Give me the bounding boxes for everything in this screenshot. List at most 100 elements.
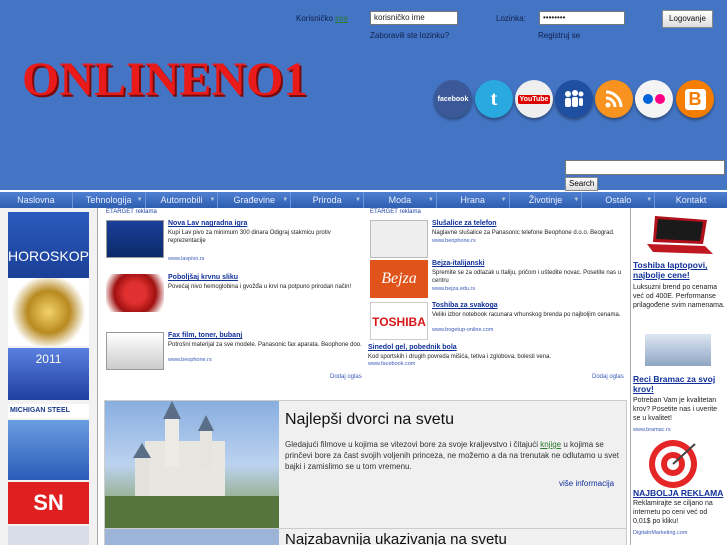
chevron-down-icon: ▼ bbox=[136, 197, 143, 203]
ad-desc: Potrošni materijal za sve modele. Panaso… bbox=[168, 342, 362, 348]
youtube-icon[interactable]: YouTube bbox=[515, 80, 553, 118]
add-ad-link[interactable]: Dodaj oglas bbox=[330, 374, 362, 380]
ad-desc: Naglavne slušalice za Panasonic telefone… bbox=[432, 230, 615, 236]
nav-item-automobili[interactable]: Automobili ▼ bbox=[146, 192, 219, 208]
ad-url[interactable]: www.bejza.edu.rs bbox=[432, 286, 475, 292]
ad-item[interactable]: Slušalice za telefon Naglavne slušalice … bbox=[370, 220, 628, 260]
banner-2011[interactable]: 2011 bbox=[8, 348, 89, 400]
right-ad-title[interactable]: Reci Bramac za svoj krov! bbox=[633, 374, 727, 394]
page: Korisničko ime korisničko ime Lozinka: •… bbox=[0, 0, 727, 545]
ad-item[interactable]: Nova Lav nagradna igra Kupi Lav pivo za … bbox=[106, 220, 364, 266]
house-image[interactable] bbox=[645, 334, 711, 366]
ad-url[interactable]: www.facebook.com bbox=[368, 361, 415, 367]
username-input[interactable]: korisničko ime bbox=[370, 11, 458, 25]
ads-header: ETARGET reklama bbox=[106, 209, 157, 215]
ad-title[interactable]: Sinedol gel, pobednik bola bbox=[368, 344, 457, 351]
article-keyword-link[interactable]: knjige bbox=[540, 440, 561, 449]
myspace-icon[interactable] bbox=[555, 80, 593, 118]
ad-url[interactable]: www.beophone.rs bbox=[432, 238, 476, 244]
nav-item-gradevine[interactable]: Građevine ▼ bbox=[218, 192, 292, 208]
article-2-image[interactable] bbox=[105, 529, 279, 545]
ad-desc: Spremite se za odlazak u Italiju, pričom… bbox=[432, 270, 622, 284]
more-info-link[interactable]: više informacija bbox=[559, 479, 614, 488]
right-ad-title[interactable]: Toshiba laptopovi, najbolje cene! bbox=[633, 260, 727, 280]
nav-item-priroda[interactable]: Priroda ▼ bbox=[291, 192, 364, 208]
ad-url[interactable]: www.lavpivo.rs bbox=[168, 256, 204, 262]
header: Korisničko ime korisničko ime Lozinka: •… bbox=[0, 0, 727, 191]
ad-thumbnail bbox=[106, 274, 164, 312]
search-button[interactable]: Search bbox=[565, 177, 599, 191]
article-title[interactable]: Najlepši dvorci na svetu bbox=[285, 411, 454, 429]
twitter-icon[interactable]: t bbox=[475, 80, 513, 118]
laptop-illustration bbox=[647, 216, 713, 254]
chevron-down-icon: ▼ bbox=[427, 197, 434, 203]
left-banner-column: HOROSKOP 2011 MICHIGAN STEEL SN bbox=[0, 208, 98, 545]
ad-thumbnail: TOSHIBA bbox=[370, 302, 428, 340]
michigan-steel-banner[interactable]: MICHIGAN STEEL bbox=[8, 404, 89, 418]
password-label: Lozinka: bbox=[496, 14, 526, 23]
search-input[interactable] bbox=[565, 160, 725, 175]
blogger-icon[interactable]: B bbox=[676, 80, 714, 118]
etarget-ads-left: ETARGET reklama Nova Lav nagradna igra K… bbox=[100, 208, 362, 384]
register-link[interactable]: Registruj se bbox=[538, 31, 580, 40]
ad-title[interactable]: Fax film, toner, bubanj bbox=[168, 332, 242, 339]
ad-url[interactable]: www.beophone.rs bbox=[168, 357, 212, 363]
ad-title[interactable]: Nova Lav nagradna igra bbox=[168, 220, 247, 227]
target-image[interactable] bbox=[647, 438, 699, 490]
nav-label: Priroda bbox=[312, 195, 342, 205]
nav-item-tehnologija[interactable]: Tehnologija ▼ bbox=[73, 192, 146, 208]
ad-title[interactable]: Poboljšaj krvnu sliku bbox=[168, 274, 238, 281]
main-content: ETARGET reklama Nova Lav nagradna igra K… bbox=[100, 208, 628, 545]
article-2-title[interactable]: Najzabavnija ukazivanja na svetu bbox=[285, 531, 507, 545]
astrolabe-image[interactable] bbox=[8, 278, 89, 346]
left-banner-bottom[interactable] bbox=[8, 526, 89, 545]
rss-icon[interactable] bbox=[595, 80, 633, 118]
username-label-link[interactable]: ime bbox=[335, 14, 348, 23]
ad-thumbnail bbox=[106, 220, 164, 258]
forgot-password-link[interactable]: Zaboravili ste lozinku? bbox=[370, 31, 449, 40]
nav-item-naslovna[interactable]: Naslovna bbox=[0, 192, 73, 208]
add-ad-link[interactable]: Dodaj oglas bbox=[592, 374, 624, 380]
facebook-icon[interactable]: facebook bbox=[434, 80, 472, 118]
steel-image[interactable] bbox=[8, 420, 89, 480]
nav-item-moda[interactable]: Moda ▼ bbox=[364, 192, 437, 208]
horoskop-banner-label: HOROSKOP bbox=[8, 248, 89, 264]
password-input[interactable]: •••••••• bbox=[539, 11, 625, 25]
ad-item[interactable]: TOSHIBA Toshiba za svakoga Veliki izbor … bbox=[370, 302, 628, 342]
flickr-icon[interactable] bbox=[635, 80, 673, 118]
ad-item[interactable]: Sinedol gel, pobednik bola Kod sportskih… bbox=[368, 344, 626, 374]
blogger-icon-label: B bbox=[684, 88, 706, 110]
chevron-down-icon: ▼ bbox=[500, 197, 507, 203]
right-ad-url[interactable]: DigitalnMarketing.com bbox=[633, 530, 687, 536]
ad-item[interactable]: Bejza Bejza-italijanski Spremite se za o… bbox=[370, 260, 628, 302]
flickr-glyph bbox=[643, 94, 665, 104]
site-logo[interactable]: ONLINENO1 bbox=[22, 56, 307, 104]
nav-label: Životinje bbox=[528, 195, 563, 205]
etarget-ads-right: ETARGET reklama Slušalice za telefon Nag… bbox=[364, 208, 626, 384]
ad-url[interactable]: www.bogetup-online.com bbox=[432, 327, 493, 333]
ad-title[interactable]: Toshiba za svakoga bbox=[432, 302, 498, 309]
right-ad-desc: Luksuzni brend po cenama već od 400E. Pe… bbox=[633, 284, 725, 309]
sn-banner[interactable]: SN bbox=[8, 482, 89, 524]
ad-thumbnail bbox=[370, 220, 428, 258]
nav-item-zivotinje[interactable]: Životinje ▼ bbox=[510, 192, 583, 208]
nav-item-kontakt[interactable]: Kontakt bbox=[655, 192, 727, 208]
article-card: Najlepši dvorci na svetu Gledajući filmo… bbox=[104, 400, 627, 543]
right-ad-title[interactable]: NAJBOLJA REKLAMA bbox=[633, 488, 727, 498]
castle-image[interactable] bbox=[105, 401, 279, 543]
ad-item[interactable]: Fax film, toner, bubanj Potrošni materij… bbox=[106, 332, 364, 376]
laptop-image[interactable] bbox=[645, 214, 715, 256]
username-label: Korisničko ime bbox=[296, 14, 348, 23]
nav-item-hrana[interactable]: Hrana ▼ bbox=[437, 192, 510, 208]
username-label-text: Korisničko bbox=[296, 14, 336, 23]
right-ad-url[interactable]: www.bramac.rs bbox=[633, 427, 671, 433]
login-button[interactable]: Logovanje bbox=[662, 10, 713, 28]
horoskop-banner[interactable]: HOROSKOP bbox=[8, 212, 89, 278]
login-bar: Korisničko ime korisničko ime Lozinka: •… bbox=[0, 0, 727, 42]
michigan-steel-label: MICHIGAN STEEL bbox=[10, 407, 70, 414]
ad-item[interactable]: Poboljšaj krvnu sliku Povećaj nivo hemog… bbox=[106, 274, 364, 316]
ad-title[interactable]: Bejza-italijanski bbox=[432, 260, 485, 267]
nav-item-ostalo[interactable]: Ostalo ▼ bbox=[582, 192, 656, 208]
ad-desc: Kupi Lav pivo za minimum 300 dinara Odig… bbox=[168, 230, 331, 244]
ad-title[interactable]: Slušalice za telefon bbox=[432, 220, 497, 227]
